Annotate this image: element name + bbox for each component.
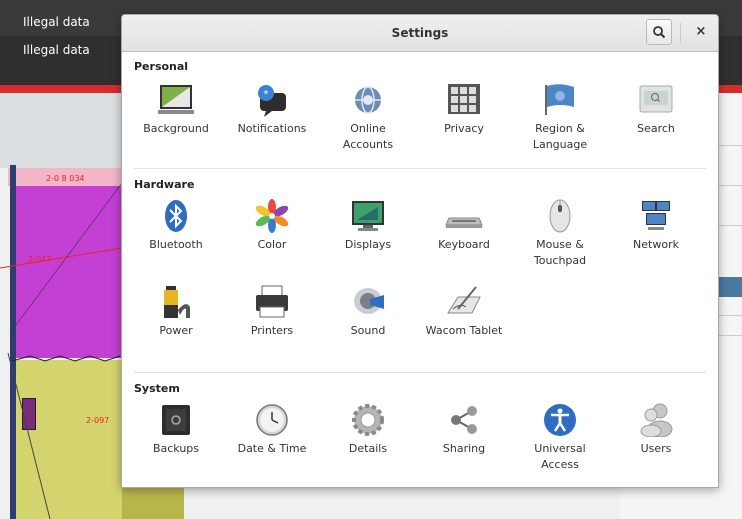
panel-label: Search (637, 122, 675, 135)
users-icon (640, 403, 673, 437)
privacy-icon (448, 84, 480, 114)
panel-label: Users (640, 442, 672, 455)
panel-label: Keyboard (438, 238, 490, 251)
panel-label: Privacy (444, 122, 484, 135)
panel-label: Printers (250, 324, 294, 337)
backups-icon (162, 405, 190, 435)
universal-access-icon (544, 404, 576, 436)
network-icon (642, 201, 670, 230)
background-panel-line (715, 145, 742, 146)
panel-label: Date & Time (237, 442, 307, 455)
section-title-hardware: Hardware (134, 178, 195, 191)
background-panel-line (715, 225, 742, 226)
panel-label: Universal Access (534, 442, 586, 471)
section-separator (134, 372, 706, 373)
panel-label: Online Accounts (342, 122, 394, 151)
section-separator (134, 168, 706, 169)
sound-icon (354, 288, 384, 314)
panel-label: Color (257, 238, 287, 251)
title-bar: Settings × (122, 15, 718, 52)
panel-label: Notifications (237, 122, 307, 135)
online-accounts-icon (355, 86, 381, 114)
mouse-icon (549, 199, 571, 233)
titlebar-separator (680, 23, 681, 43)
details-icon (352, 404, 384, 436)
close-icon: × (695, 24, 707, 39)
panel-label: Mouse & Touchpad (533, 238, 587, 267)
panel-label: Sound (350, 324, 386, 337)
panel-label: Power (159, 324, 193, 337)
bluetooth-icon (165, 200, 187, 232)
background-panel-line (715, 335, 742, 336)
panel-label: Wacom Tablet (425, 324, 503, 337)
background-panel-button[interactable] (715, 277, 742, 297)
displays-icon (352, 201, 384, 231)
notifications-icon: * (258, 85, 286, 117)
panel-label: Backups (152, 442, 200, 455)
background-icon (158, 85, 194, 114)
power-icon (164, 286, 190, 318)
background-tab-2[interactable]: Illegal data (0, 35, 120, 65)
background-panel-line (715, 185, 742, 186)
panel-label: Network (633, 238, 679, 251)
panel-label: Background (143, 122, 209, 135)
color-icon (255, 199, 289, 233)
panel-label: Displays (344, 238, 392, 251)
sharing-icon (451, 406, 477, 434)
search-button[interactable] (646, 19, 672, 45)
search-icon (653, 26, 666, 39)
panel-label: Region & Language (532, 122, 588, 151)
date-time-icon (256, 404, 288, 436)
settings-dialog: Settings × Personal Background * Notific… (121, 14, 719, 488)
close-button[interactable]: × (688, 19, 714, 45)
background-panel-line (715, 315, 742, 316)
panel-label: Bluetooth (149, 238, 203, 251)
wacom-tablet-icon (447, 286, 481, 314)
keyboard-icon (445, 217, 483, 228)
region-language-icon (545, 84, 574, 115)
section-title-system: System (134, 382, 180, 395)
panel-label: Sharing (442, 442, 486, 455)
background-tab-1[interactable]: Illegal data (0, 7, 120, 37)
search-panel-icon (639, 85, 673, 113)
panel-label: Details (348, 442, 388, 455)
svg-text:*: * (264, 89, 269, 100)
section-title-personal: Personal (134, 60, 189, 73)
printers-icon (256, 285, 288, 318)
dialog-title: Settings (391, 26, 449, 40)
